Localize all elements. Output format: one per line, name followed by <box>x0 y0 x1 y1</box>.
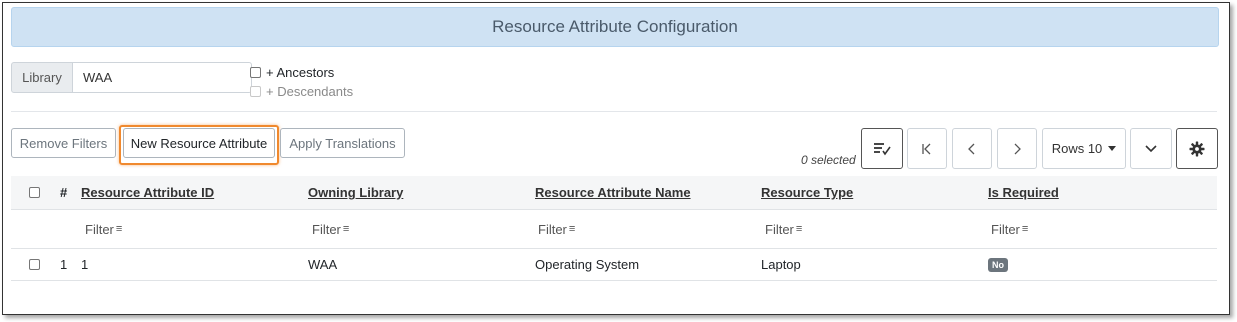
filter-owning-library[interactable]: Filter ≡ <box>312 210 349 248</box>
library-selector[interactable]: Library WAA <box>11 62 252 93</box>
app-window: Resource Attribute Configuration Library… <box>2 2 1230 315</box>
cell-owning-library: WAA <box>308 257 338 272</box>
cell-resource-type: Laptop <box>761 257 801 272</box>
highlight-box <box>119 125 279 165</box>
descendants-option: + Descendants <box>250 82 353 101</box>
cell-name: Operating System <box>535 257 640 272</box>
descendants-label: + Descendants <box>266 84 354 99</box>
row-index: 1 <box>60 257 68 272</box>
library-input[interactable]: WAA <box>73 62 252 93</box>
filter-icon: ≡ <box>568 223 576 235</box>
rows-per-page-dropdown[interactable]: Rows 10 <box>1042 128 1126 169</box>
column-header-owning-library[interactable]: Owning Library <box>308 176 403 209</box>
next-page-icon <box>1014 143 1021 154</box>
filter-icon: ≡ <box>115 223 123 235</box>
filter-icon: ≡ <box>342 223 350 235</box>
settings-button[interactable] <box>1176 128 1218 169</box>
table-row[interactable]: 1 1 WAA Operating System Laptop No <box>11 249 1217 281</box>
prev-page-icon <box>968 143 975 154</box>
remove-filters-button[interactable]: Remove Filters <box>11 128 116 158</box>
filter-icon: ≡ <box>795 223 803 235</box>
column-header-name[interactable]: Resource Attribute Name <box>535 176 691 209</box>
filter-label: Filter <box>312 221 341 237</box>
filter-id[interactable]: Filter ≡ <box>85 210 122 248</box>
library-label: Library <box>11 62 73 93</box>
cell-id: 1 <box>81 257 89 272</box>
column-header-resource-type[interactable]: Resource Type <box>761 176 853 209</box>
next-page-button[interactable] <box>997 128 1037 169</box>
filter-name[interactable]: Filter ≡ <box>538 210 575 248</box>
status-badge: No <box>988 257 1008 272</box>
filter-icon: ≡ <box>1021 223 1029 235</box>
chevron-down-icon <box>1145 144 1157 152</box>
selected-count: 0 selected <box>801 153 856 167</box>
first-page-button[interactable] <box>907 128 947 169</box>
filter-label: Filter <box>538 221 567 237</box>
rows-per-page-label: Rows 10 <box>1051 141 1103 156</box>
column-header-id[interactable]: Resource Attribute ID <box>81 176 214 209</box>
apply-translations-button[interactable]: Apply Translations <box>280 128 405 158</box>
descendants-checkbox <box>250 86 261 97</box>
filter-is-required[interactable]: Filter ≡ <box>991 210 1028 248</box>
first-page-icon <box>922 143 931 154</box>
ancestors-label: + Ancestors <box>266 65 335 80</box>
index-header: # <box>60 185 68 200</box>
filter-row: Filter ≡ Filter ≡ Filter ≡ Filter ≡ Filt… <box>11 210 1217 249</box>
divider <box>11 111 1217 112</box>
gear-icon <box>1189 141 1205 156</box>
expand-button[interactable] <box>1130 128 1172 169</box>
org-options: + Ancestors + Descendants <box>250 63 353 101</box>
select-all-checkbox[interactable] <box>29 176 45 209</box>
filter-label: Filter <box>85 221 114 237</box>
row-checkbox[interactable] <box>29 249 45 280</box>
page-title: Resource Attribute Configuration <box>11 7 1219 47</box>
sort-check-icon <box>874 142 891 155</box>
table-header: # Resource Attribute ID Owning Library R… <box>11 176 1217 210</box>
filter-resource-type[interactable]: Filter ≡ <box>765 210 802 248</box>
cell-is-required: No <box>988 249 1008 280</box>
filter-label: Filter <box>991 221 1020 237</box>
column-header-is-required[interactable]: Is Required <box>988 176 1059 209</box>
ancestors-option[interactable]: + Ancestors <box>250 63 353 82</box>
prev-page-button[interactable] <box>952 128 992 169</box>
caret-down-icon <box>1108 146 1117 151</box>
ancestors-checkbox[interactable] <box>250 67 261 78</box>
sort-check-button[interactable] <box>861 128 903 169</box>
filter-label: Filter <box>765 221 794 237</box>
